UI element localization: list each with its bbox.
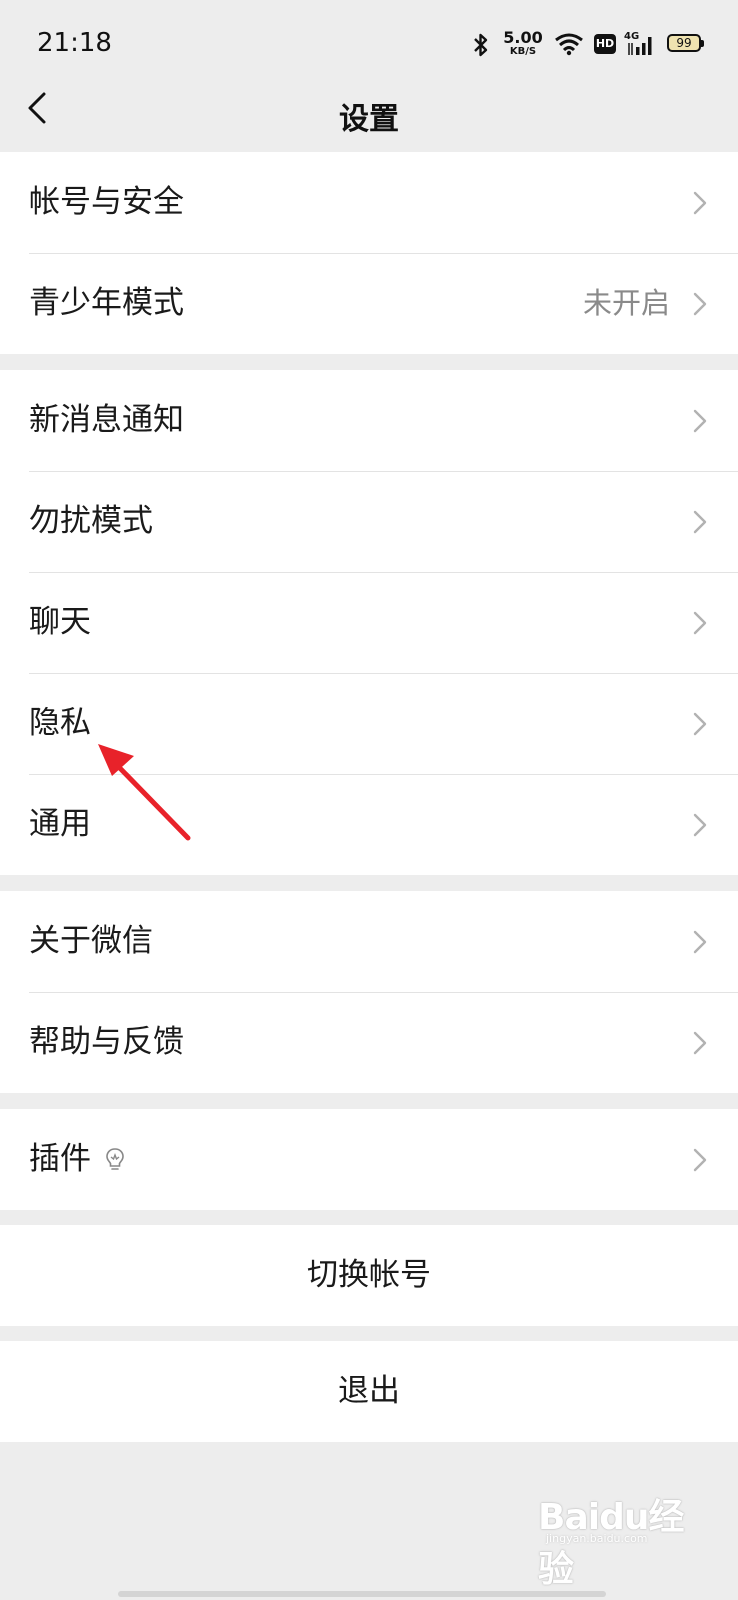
settings-item-label: 勿扰模式 [29,503,153,539]
battery-icon: 99 [667,34,704,52]
network-speed-value: 5.00 [503,28,543,47]
annotation-arrow-icon [98,744,191,841]
status-bar: 21:18 5.00 KB/S HD 4G 99 [0,0,738,90]
lightbulb-icon [106,1148,124,1170]
switch-account-button[interactable]: 切换帐号 [0,1225,738,1326]
chevron-right-icon [693,1031,707,1055]
cellular-signal-icon [628,37,652,55]
settings-item-help-feedback[interactable]: 帮助与反馈 [0,992,738,1093]
watermark-subtext: jingyan.baidu.com [546,1532,648,1545]
settings-group-about: 关于微信 帮助与反馈 [0,891,738,1093]
settings-item-label: 隐私 [29,705,91,741]
chevron-right-icon [693,930,707,954]
settings-item-about-wechat[interactable]: 关于微信 [0,891,738,992]
settings-item-do-not-disturb[interactable]: 勿扰模式 [0,471,738,572]
settings-group-plugins: 插件 [0,1109,738,1210]
settings-item-label: 通用 [29,806,91,842]
navbar: 设置 [0,90,738,152]
chevron-right-icon [693,191,707,215]
settings-item-chat[interactable]: 聊天 [0,572,738,673]
home-indicator [118,1591,606,1597]
settings-item-account-security[interactable]: 帐号与安全 [0,152,738,253]
status-icons: 5.00 KB/S HD 4G 99 [470,28,706,62]
settings-item-label: 帮助与反馈 [29,1024,184,1060]
settings-item-label: 聊天 [29,604,91,640]
page-title: 设置 [339,102,399,137]
settings-item-plugins[interactable]: 插件 [0,1109,738,1210]
chevron-right-icon [693,292,707,316]
settings-item-value: 未开启 [582,286,670,320]
baidu-watermark: Baidu经验 jingyan.baidu.com [538,1488,698,1590]
chevron-right-icon [693,510,707,534]
logout-button[interactable]: 退出 [0,1341,738,1442]
settings-item-label: 关于微信 [29,923,153,959]
chevron-right-icon [693,813,707,837]
chevron-right-icon [693,611,707,635]
settings-item-teen-mode[interactable]: 青少年模式 未开启 [0,253,738,354]
chevron-right-icon [693,1148,707,1172]
settings-item-label: 插件 [29,1141,91,1177]
settings-group-account: 帐号与安全 青少年模式 未开启 [0,152,738,354]
settings-item-new-message-notification[interactable]: 新消息通知 [0,370,738,471]
chevron-right-icon [693,409,707,433]
settings-item-label: 新消息通知 [29,402,184,438]
status-time: 21:18 [37,28,112,58]
settings-item-label: 帐号与安全 [29,184,184,220]
bluetooth-icon [474,33,488,57]
settings-item-label: 青少年模式 [29,285,184,321]
chevron-right-icon [693,712,707,736]
network-speed: 5.00 KB/S [500,30,546,57]
hd-icon: HD [594,34,616,54]
wifi-icon [555,33,583,56]
network-speed-unit: KB/S [509,46,537,57]
